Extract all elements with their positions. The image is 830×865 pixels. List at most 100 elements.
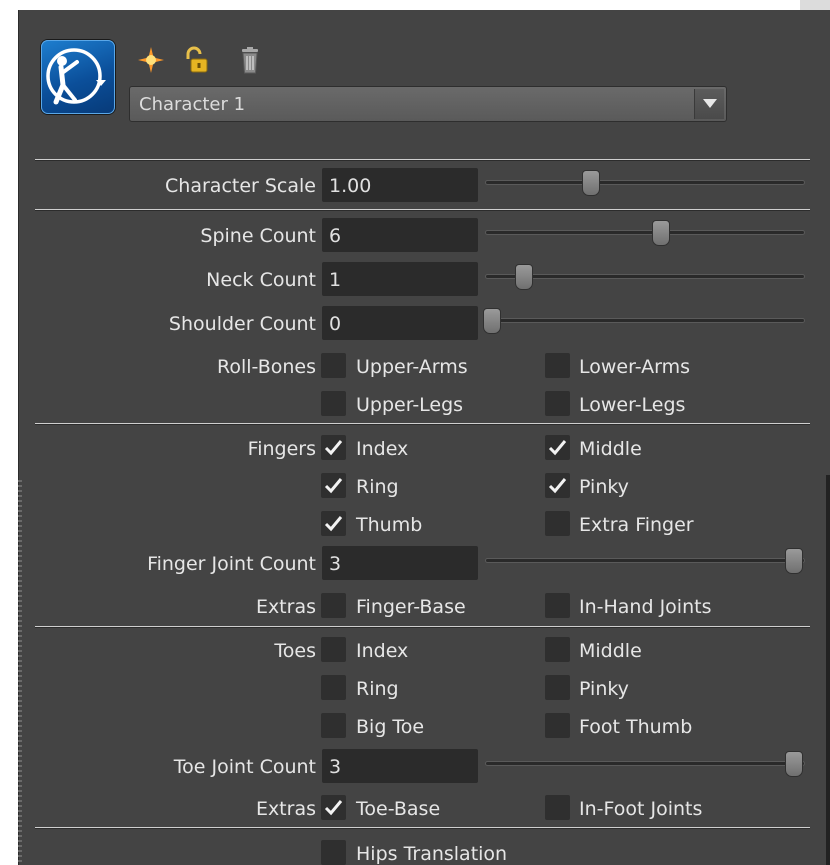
checkmark-icon xyxy=(324,516,343,532)
upper-legs-checkbox[interactable] xyxy=(321,391,346,416)
toe-base-checkbox[interactable] xyxy=(321,795,346,820)
toe-base-label: Toe-Base xyxy=(356,798,441,820)
in-foot-joints-checkbox[interactable] xyxy=(545,795,570,820)
spine-count-field[interactable]: 6 xyxy=(322,218,478,252)
create-icon[interactable] xyxy=(137,46,165,74)
extra-finger-label: Extra Finger xyxy=(579,514,694,536)
shoulder-count-label: Shoulder Count xyxy=(168,313,316,335)
neck-count-slider-track[interactable] xyxy=(485,264,805,290)
neck-count-label: Neck Count xyxy=(206,269,316,291)
chevron-down-icon xyxy=(703,99,717,108)
character-scale-slider-thumb[interactable] xyxy=(581,170,600,196)
hips-translation-checkbox[interactable] xyxy=(321,840,346,865)
finger-joint-count-label: Finger Joint Count xyxy=(147,553,316,575)
toe-middle-label: Middle xyxy=(579,640,642,662)
fingers-label: Fingers xyxy=(247,438,316,460)
dropdown-button[interactable] xyxy=(694,89,724,119)
finger-index-checkbox[interactable] xyxy=(321,435,346,460)
upper-arms-label: Upper-Arms xyxy=(356,356,468,378)
shoulder-count-slider-thumb[interactable] xyxy=(483,308,502,334)
toe-index-checkbox[interactable] xyxy=(321,637,346,662)
toe-index-label: Index xyxy=(356,640,409,662)
window-top-strip xyxy=(0,0,830,10)
finger-joint-count-slider-thumb[interactable] xyxy=(785,548,804,574)
character-controls-panel: Character 1 Character Scale 1.00 Spine C… xyxy=(18,10,830,865)
finger-base-checkbox[interactable] xyxy=(321,593,346,618)
finger-joint-count-field[interactable]: 3 xyxy=(322,546,478,580)
finger-middle-checkbox[interactable] xyxy=(545,435,570,460)
toe-joint-count-label: Toe Joint Count xyxy=(173,756,316,778)
upper-legs-label: Upper-Legs xyxy=(356,394,464,416)
character-scale-field[interactable]: 1.00 xyxy=(322,168,478,202)
shoulder-count-slider-track[interactable] xyxy=(483,308,805,334)
toe-extras-label: Extras xyxy=(255,798,316,820)
checkmark-icon xyxy=(324,440,343,456)
finger-index-label: Index xyxy=(356,438,409,460)
finger-ring-label: Ring xyxy=(356,476,399,498)
lower-legs-label: Lower-Legs xyxy=(579,394,686,416)
neck-count-value: 1 xyxy=(329,269,342,291)
toe-joint-count-slider-thumb[interactable] xyxy=(785,751,804,777)
finger-middle-label: Middle xyxy=(579,438,642,460)
finger-thumb-label: Thumb xyxy=(356,514,423,536)
finger-base-label: Finger-Base xyxy=(356,596,466,618)
lower-legs-checkbox[interactable] xyxy=(545,391,570,416)
checkmark-icon xyxy=(548,440,567,456)
character-icon[interactable] xyxy=(41,40,115,114)
spine-count-value: 6 xyxy=(329,225,342,247)
neck-count-field[interactable]: 1 xyxy=(322,262,478,296)
finger-pinky-checkbox[interactable] xyxy=(545,473,570,498)
toe-middle-checkbox[interactable] xyxy=(545,637,570,662)
finger-extras-label: Extras xyxy=(255,596,316,618)
finger-ring-checkbox[interactable] xyxy=(321,473,346,498)
in-hand-joints-checkbox[interactable] xyxy=(545,593,570,618)
shoulder-count-field[interactable]: 0 xyxy=(322,306,478,340)
foot-thumb-checkbox[interactable] xyxy=(545,713,570,738)
character-dropdown[interactable]: Character 1 xyxy=(129,86,727,122)
checkmark-icon xyxy=(324,478,343,494)
toe-pinky-label: Pinky xyxy=(579,678,629,700)
upper-arms-checkbox[interactable] xyxy=(321,353,346,378)
finger-joint-count-slider-track[interactable] xyxy=(485,548,805,574)
big-toe-checkbox[interactable] xyxy=(321,713,346,738)
toe-ring-checkbox[interactable] xyxy=(321,675,346,700)
toe-ring-label: Ring xyxy=(356,678,399,700)
character-scale-value: 1.00 xyxy=(329,175,372,197)
finger-thumb-checkbox[interactable] xyxy=(321,511,346,536)
big-toe-label: Big Toe xyxy=(356,716,425,738)
in-hand-joints-label: In-Hand Joints xyxy=(579,596,712,618)
toe-joint-count-value: 3 xyxy=(329,756,342,778)
delete-icon[interactable] xyxy=(236,46,264,74)
separator xyxy=(35,827,810,829)
panel-resize-handle[interactable] xyxy=(18,480,22,865)
checkmark-icon xyxy=(324,800,343,816)
toes-label: Toes xyxy=(274,640,316,662)
spine-count-slider-track[interactable] xyxy=(485,220,805,246)
character-scale-slider-track[interactable] xyxy=(485,170,805,196)
toe-joint-count-slider-track[interactable] xyxy=(485,751,805,777)
checkmark-icon xyxy=(548,478,567,494)
finger-joint-count-value: 3 xyxy=(329,553,342,575)
extra-finger-checkbox[interactable] xyxy=(545,511,570,536)
separator xyxy=(35,209,810,211)
toe-pinky-checkbox[interactable] xyxy=(545,675,570,700)
foot-thumb-label: Foot Thumb xyxy=(579,716,693,738)
separator xyxy=(35,159,810,161)
shoulder-count-value: 0 xyxy=(329,313,342,335)
window-corner xyxy=(800,0,830,10)
roll-bones-label: Roll-Bones xyxy=(217,356,316,378)
character-scale-label: Character Scale xyxy=(165,175,316,197)
lock-icon[interactable] xyxy=(183,46,211,74)
toe-joint-count-field[interactable]: 3 xyxy=(322,749,478,783)
hips-translation-label: Hips Translation xyxy=(356,843,508,865)
lower-arms-checkbox[interactable] xyxy=(545,353,570,378)
in-foot-joints-label: In-Foot Joints xyxy=(579,798,703,820)
finger-pinky-label: Pinky xyxy=(579,476,629,498)
separator xyxy=(35,626,810,628)
separator xyxy=(35,423,810,425)
spine-count-label: Spine Count xyxy=(200,225,316,247)
scrollbar[interactable] xyxy=(826,475,830,865)
spine-count-slider-thumb[interactable] xyxy=(651,220,670,246)
lower-arms-label: Lower-Arms xyxy=(579,356,691,378)
neck-count-slider-thumb[interactable] xyxy=(515,264,534,290)
